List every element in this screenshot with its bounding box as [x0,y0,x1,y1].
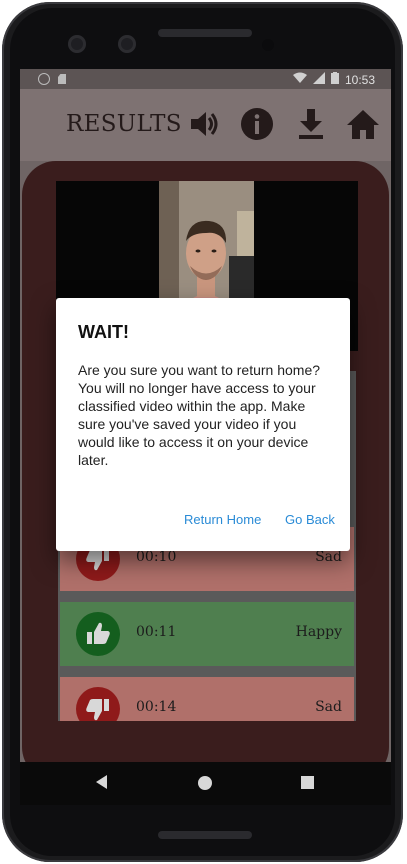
system-nav-bar [20,762,391,805]
info-icon[interactable] [240,107,274,141]
speaker-icon[interactable] [188,107,222,141]
app-header: RESULTS [20,89,391,161]
result-time: 00:10 [136,549,177,565]
thumbs-down-icon [76,687,120,721]
status-bar: 10:53 [20,69,391,89]
thumbs-up-icon [76,612,120,656]
return-home-button[interactable]: Return Home [184,512,261,527]
dialog-message: Are you sure you want to return home? Yo… [78,362,321,468]
earpiece-speaker [158,29,252,37]
result-time: 00:14 [136,699,177,715]
result-emotion: Happy [295,624,342,640]
notification-dot-icon [38,73,50,85]
confirm-dialog: WAIT! Are you sure you want to return ho… [56,298,350,551]
battery-icon [330,72,339,87]
status-time: 10:53 [344,72,375,87]
signal-icon [312,72,325,87]
result-time: 00:11 [136,624,177,640]
nav-recents-icon[interactable] [301,776,314,789]
download-icon[interactable] [294,107,328,141]
front-camera [68,35,86,53]
result-emotion: Sad [315,549,342,565]
nav-home-icon[interactable] [198,776,212,790]
dialog-title: WAIT! [78,322,129,342]
list-item[interactable]: 00:11 Happy [60,602,354,666]
proximity-sensor [262,39,274,51]
home-icon[interactable] [346,107,380,141]
front-sensor [118,35,136,53]
go-back-button[interactable]: Go Back [285,512,335,527]
page-title: RESULTS [66,111,182,137]
list-item[interactable]: 00:14 Sad [60,677,354,721]
wifi-icon [292,72,307,87]
nav-back-icon[interactable] [96,775,107,789]
sd-card-icon [58,74,66,84]
result-emotion: Sad [315,699,342,715]
bottom-speaker [158,831,252,839]
